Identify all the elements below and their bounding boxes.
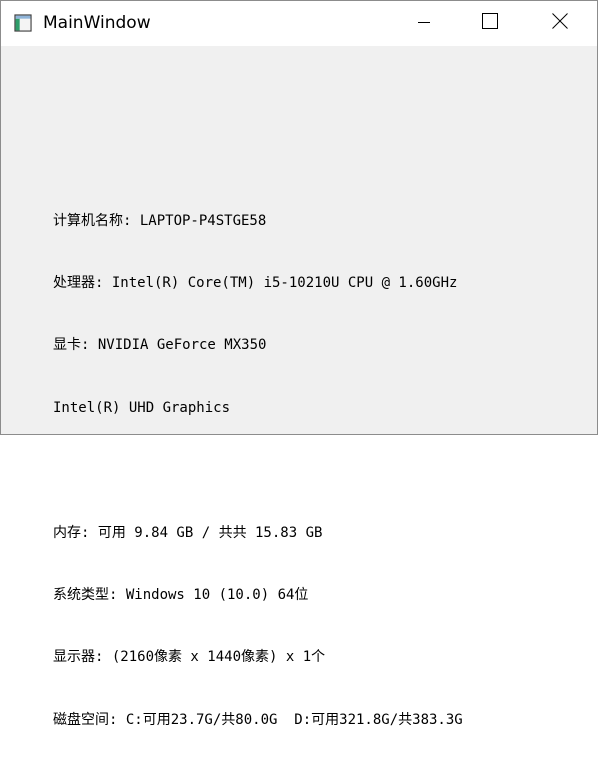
- title-bar[interactable]: MainWindow: [1, 1, 597, 46]
- main-window: MainWindow 计算机名称: LAPTOP-P4STGE58 处理器: I…: [0, 0, 598, 728]
- processor-text: 处理器: Intel(R) Core(TM) i5-10210U CPU @ 1…: [53, 274, 458, 291]
- client-area: 计算机名称: LAPTOP-P4STGE58 处理器: Intel(R) Cor…: [1, 46, 597, 728]
- minimize-button[interactable]: [401, 1, 447, 46]
- memory-text: 内存: 可用 9.84 GB / 共共 15.83 GB: [53, 524, 323, 541]
- maximize-icon: [482, 13, 498, 34]
- gpu-primary-text: 显卡: NVIDIA GeForce MX350: [53, 337, 267, 354]
- maximize-button[interactable]: [467, 1, 513, 46]
- system-info-label: 计算机名称: LAPTOP-P4STGE58 处理器: Intel(R) Cor…: [53, 169, 463, 772]
- close-icon: [552, 13, 568, 34]
- gpu-secondary-text: Intel(R) UHD Graphics: [53, 399, 231, 416]
- app-window-icon: [14, 14, 32, 32]
- close-button[interactable]: [537, 1, 583, 46]
- disk-space-text: 磁盘空间: C:可用23.7G/共80.0G D:可用321.8G/共383.3…: [53, 711, 463, 728]
- display-text: 显示器: (2160像素 x 1440像素) x 1个: [53, 649, 326, 666]
- os-type-text: 系统类型: Windows 10 (10.0) 64位: [53, 586, 309, 603]
- computer-name-text: 计算机名称: LAPTOP-P4STGE58: [53, 212, 267, 229]
- minimize-icon: [418, 15, 430, 33]
- window-title: MainWindow: [43, 13, 151, 33]
